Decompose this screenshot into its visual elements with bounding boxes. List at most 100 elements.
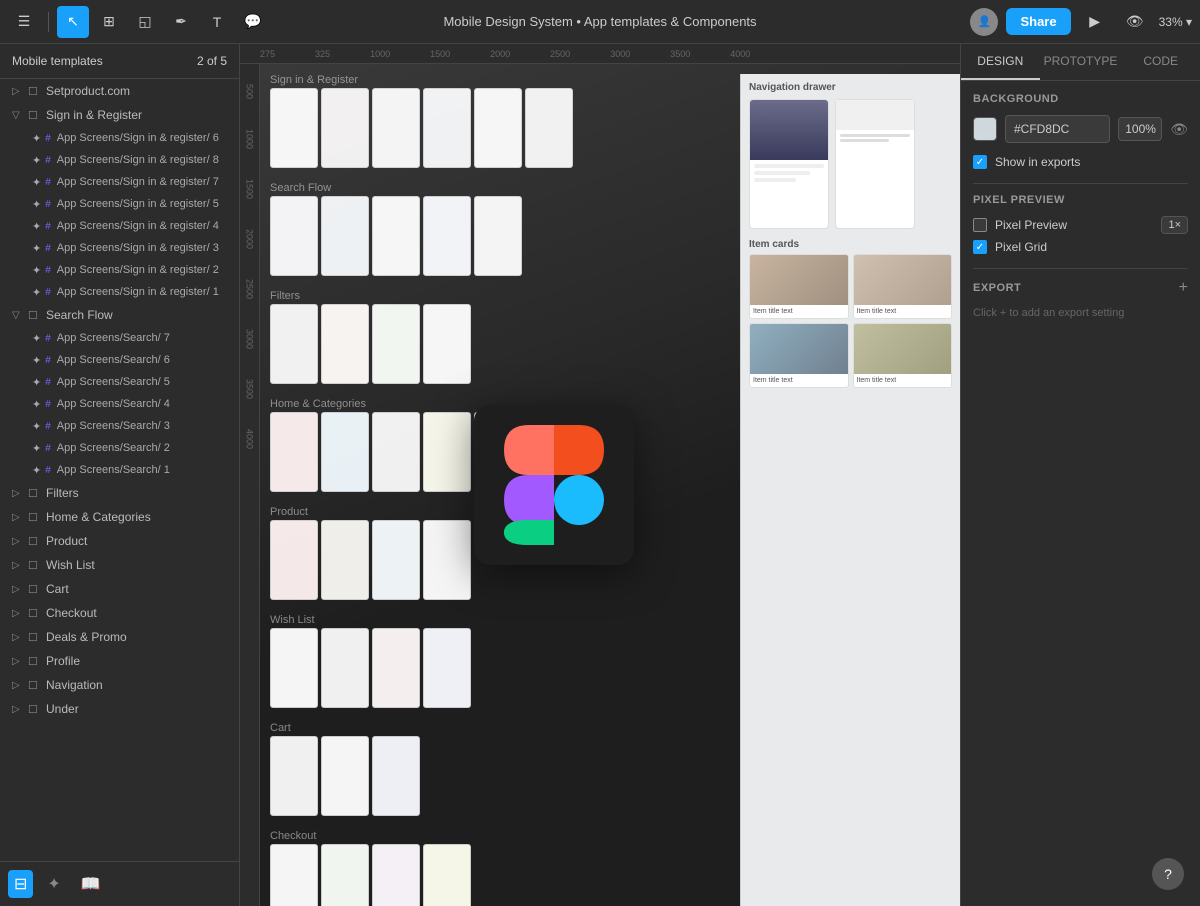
canvas-content[interactable]: Sign in & Register Search Flow: [260, 64, 960, 906]
sidebar-child-search-1[interactable]: ✦ # App Screens/Search/ 1: [0, 459, 239, 481]
sidebar-child-sign-in-2[interactable]: ✦ # App Screens/Sign in & register/ 2: [0, 259, 239, 281]
frame-thumb: [372, 628, 420, 708]
sidebar-item-home[interactable]: ▷ ☐ Home & Categories: [0, 505, 239, 529]
help-button[interactable]: ?: [1152, 858, 1184, 890]
sidebar-item-sign-in[interactable]: ▽ ☐ Sign in & Register: [0, 103, 239, 127]
sidebar-item-navigation[interactable]: ▷ ☐ Navigation: [0, 673, 239, 697]
sidebar-child-sign-in-4[interactable]: ✦ # App Screens/Sign in & register/ 4: [0, 215, 239, 237]
zoom-control[interactable]: 33% ▾: [1159, 15, 1192, 29]
view-button[interactable]: 👁: [1119, 6, 1151, 38]
export-hint: Click + to add an export setting: [973, 307, 1188, 319]
frame-tool[interactable]: ⊞: [93, 6, 125, 38]
book-icon-button[interactable]: 📖: [75, 870, 107, 898]
sidebar-child-search-2[interactable]: ✦ # App Screens/Search/ 2: [0, 437, 239, 459]
sidebar-scroll[interactable]: ▷ ☐ Setproduct.com ▽ ☐ Sign in & Registe…: [0, 79, 239, 861]
pixel-preview-label: Pixel Preview: [995, 218, 1067, 232]
move-icon: ↖: [67, 13, 79, 30]
background-color-swatch[interactable]: [973, 117, 997, 141]
pixel-grid-checkbox[interactable]: ✓: [973, 240, 987, 254]
show-exports-checkbox[interactable]: ✓: [973, 155, 987, 169]
component-icon: ✦: [32, 442, 41, 455]
sidebar-child-search-7[interactable]: ✦ # App Screens/Search/ 7: [0, 327, 239, 349]
sidebar-item-checkout[interactable]: ▷ ☐ Checkout: [0, 601, 239, 625]
sidebar-child-sign-in-3[interactable]: ✦ # App Screens/Sign in & register/ 3: [0, 237, 239, 259]
frame-thumb: [270, 304, 318, 384]
item-card: Item title text: [749, 323, 849, 388]
tab-code[interactable]: CODE: [1121, 44, 1200, 80]
frame-thumb: [372, 88, 420, 168]
canvas-area[interactable]: 275 325 1000 1500 2000 2500 3000 3500 40…: [240, 44, 960, 906]
background-opacity[interactable]: 100%: [1118, 117, 1162, 141]
frame-thumb: [474, 88, 522, 168]
export-section-header: EXPORT +: [973, 279, 1188, 297]
page-icon: ☐: [28, 487, 42, 500]
frame-thumb: [270, 412, 318, 492]
comment-tool[interactable]: 💬: [237, 6, 269, 38]
frame-thumb: [525, 88, 573, 168]
sidebar-label-filters: Filters: [46, 486, 79, 500]
pen-tool[interactable]: ✒: [165, 6, 197, 38]
user-avatar[interactable]: 👤: [970, 8, 998, 36]
sidebar-item-filters[interactable]: ▷ ☐ Filters: [0, 481, 239, 505]
sidebar-item-under[interactable]: ▷ ☐ Under: [0, 697, 239, 721]
child-label: App Screens/Sign in & register/ 7: [57, 176, 219, 188]
menu-button[interactable]: ☰: [8, 6, 40, 38]
sidebar-child-sign-in-5[interactable]: ✦ # App Screens/Sign in & register/ 5: [0, 193, 239, 215]
sidebar-child-sign-in-6[interactable]: ✦ # App Screens/Sign in & register/ 6: [0, 127, 239, 149]
pixel-preview-section-title: PIXEL PREVIEW: [973, 194, 1188, 206]
sidebar-child-search-6[interactable]: ✦ # App Screens/Search/ 6: [0, 349, 239, 371]
child-label: App Screens/Search/ 6: [57, 354, 170, 366]
frame-thumb: [321, 736, 369, 816]
page-icon: ☐: [28, 655, 42, 668]
sidebar-child-search-5[interactable]: ✦ # App Screens/Search/ 5: [0, 371, 239, 393]
tab-prototype[interactable]: PROTOTYPE: [1040, 44, 1122, 80]
tab-design[interactable]: DESIGN: [961, 44, 1040, 80]
page-icon: ☐: [28, 607, 42, 620]
sidebar-item-cart[interactable]: ▷ ☐ Cart: [0, 577, 239, 601]
frame-thumb: [372, 304, 420, 384]
share-button[interactable]: Share: [1006, 8, 1070, 35]
sidebar-item-setproduct[interactable]: ▷ ☐ Setproduct.com: [0, 79, 239, 103]
export-add-button[interactable]: +: [1179, 279, 1188, 297]
page-icon: ☐: [28, 703, 42, 716]
component-icon: ✦: [32, 132, 41, 145]
main-layout: Mobile templates 2 of 5 ▷ ☐ Setproduct.c…: [0, 44, 1200, 906]
sidebar-item-wish-list[interactable]: ▷ ☐ Wish List: [0, 553, 239, 577]
frame-thumb: [423, 304, 471, 384]
expand-icon: ▷: [12, 608, 24, 619]
sidebar-item-profile[interactable]: ▷ ☐ Profile: [0, 649, 239, 673]
sidebar-child-search-3[interactable]: ✦ # App Screens/Search/ 3: [0, 415, 239, 437]
frame-thumb: [321, 88, 369, 168]
sidebar-child-sign-in-8[interactable]: ✦ # App Screens/Sign in & register/ 8: [0, 149, 239, 171]
frame-thumb: [474, 412, 522, 492]
components-icon-button[interactable]: ✦: [41, 870, 66, 898]
sidebar-item-deals[interactable]: ▷ ☐ Deals & Promo: [0, 625, 239, 649]
sidebar-child-search-4[interactable]: ✦ # App Screens/Search/ 4: [0, 393, 239, 415]
sidebar-item-search-flow[interactable]: ▽ ☐ Search Flow: [0, 303, 239, 327]
component-icon: ✦: [32, 420, 41, 433]
frame-thumb: [270, 736, 318, 816]
visibility-toggle[interactable]: 👁: [1170, 121, 1188, 138]
frame-thumb: [372, 736, 420, 816]
background-hex-input[interactable]: [1014, 122, 1094, 136]
item-card: Item title text: [853, 254, 953, 319]
shape-tool[interactable]: ◱: [129, 6, 161, 38]
avatar-image: 👤: [978, 15, 992, 28]
frame-thumb: [474, 196, 522, 276]
sidebar-child-sign-in-1[interactable]: ✦ # App Screens/Sign in & register/ 1: [0, 281, 239, 303]
text-tool[interactable]: T: [201, 6, 233, 38]
pixel-preview-checkbox[interactable]: [973, 218, 987, 232]
home-frames: [270, 412, 522, 492]
background-hex-input-wrap[interactable]: [1005, 115, 1110, 143]
background-section-title: BACKGROUND: [973, 93, 1188, 105]
layers-icon-button[interactable]: ⊟: [8, 870, 33, 898]
child-label: App Screens/Search/ 3: [57, 420, 170, 432]
right-panel: DESIGN PROTOTYPE CODE BACKGROUND 100% 👁 …: [960, 44, 1200, 906]
present-button[interactable]: ▶: [1079, 6, 1111, 38]
wishlist-frames: [270, 628, 471, 708]
frame-thumb: [423, 88, 471, 168]
sidebar-child-sign-in-7[interactable]: ✦ # App Screens/Sign in & register/ 7: [0, 171, 239, 193]
section-label-wishlist: Wish List: [270, 614, 315, 626]
move-tool[interactable]: ↖: [57, 6, 89, 38]
sidebar-item-product[interactable]: ▷ ☐ Product: [0, 529, 239, 553]
